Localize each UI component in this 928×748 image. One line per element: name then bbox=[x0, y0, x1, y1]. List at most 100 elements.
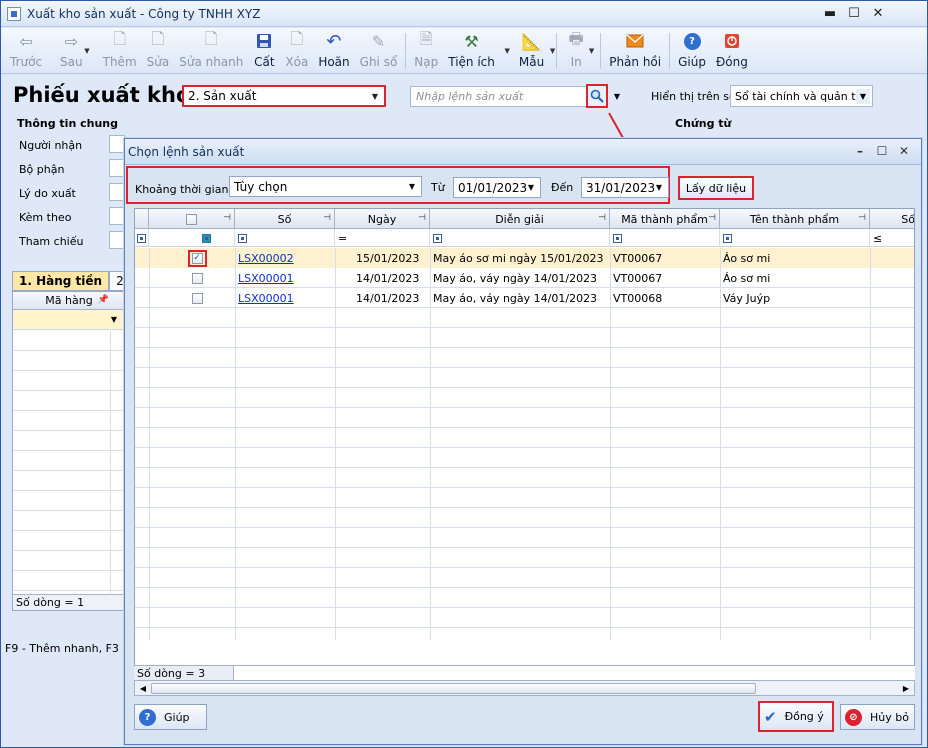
toolbar-close-button[interactable]: Đóng bbox=[711, 28, 753, 72]
pin-icon[interactable]: ⊣ bbox=[598, 213, 606, 223]
horizontal-scrollbar[interactable]: ◀ ▶ bbox=[134, 680, 915, 696]
to-label: Đến bbox=[551, 181, 574, 194]
reference-input[interactable] bbox=[109, 231, 125, 249]
order-number-link[interactable]: LSX00001 bbox=[238, 292, 294, 305]
toolbar-post-button[interactable]: ✎ Ghi sổ bbox=[355, 28, 403, 72]
toolbar-reload-button[interactable]: 🗎 Nạp bbox=[409, 28, 443, 72]
select-all-column-header[interactable]: ⊣ bbox=[149, 209, 235, 229]
maximize-icon[interactable]: ☐ bbox=[875, 143, 889, 159]
product-code-column-header[interactable]: Mã thành phẩm ⊣ bbox=[610, 209, 720, 229]
pin-icon[interactable]: ⊣ bbox=[858, 213, 866, 223]
row-checkbox-highlight[interactable]: ✓ bbox=[187, 249, 207, 267]
period-label: Khoảng thời gian bbox=[135, 183, 229, 196]
quantity-filter-operator[interactable]: ≤ bbox=[870, 229, 914, 247]
row-checkbox[interactable]: ✓ bbox=[191, 252, 203, 264]
toolbar-help-button[interactable]: ? Giúp bbox=[673, 28, 711, 72]
ok-button[interactable]: ✔ Đồng ý bbox=[758, 701, 834, 732]
reason-input[interactable] bbox=[109, 183, 125, 201]
attachment-input[interactable] bbox=[109, 207, 125, 225]
receiver-input[interactable] bbox=[109, 135, 125, 153]
toolbar-quick-edit-button[interactable]: 🗋 Sửa nhanh bbox=[174, 28, 248, 72]
period-select[interactable]: Tùy chọn ▼ bbox=[229, 176, 422, 197]
get-data-button[interactable]: Lấy dữ liệu bbox=[678, 176, 754, 200]
toolbar-save-button[interactable]: Cất bbox=[248, 28, 280, 72]
item-code-input[interactable]: ▼ bbox=[13, 310, 125, 330]
filter-icon bbox=[613, 233, 622, 243]
date-column-header[interactable]: Ngày ⊣ bbox=[335, 209, 430, 229]
chevron-down-icon[interactable]: ▼ bbox=[84, 47, 89, 55]
filter-icon bbox=[433, 233, 442, 243]
row-checkbox[interactable] bbox=[191, 272, 203, 284]
chevron-down-icon[interactable]: ▼ bbox=[610, 86, 624, 107]
voucher-type-select[interactable]: 2. Sản xuất ▼ bbox=[182, 85, 386, 107]
order-number-link[interactable]: LSX00002 bbox=[238, 252, 294, 265]
number-column-header[interactable]: Số ⊣ bbox=[235, 209, 335, 229]
production-order-input[interactable]: Nhập lệnh sản xuất bbox=[410, 86, 588, 107]
table-row[interactable]: LSX00001 14/01/2023 May áo, váy ngày 14/… bbox=[135, 288, 914, 308]
department-label: Bộ phận bbox=[19, 163, 65, 176]
select-all-checkbox[interactable] bbox=[186, 213, 197, 225]
department-input[interactable] bbox=[109, 159, 125, 177]
toolbar-undo-button[interactable]: ↶ Hoãn bbox=[313, 28, 354, 72]
grid-body: ✓ LSX00002 15/01/2023 May áo sơ mi ngày … bbox=[135, 248, 914, 640]
mail-icon bbox=[624, 31, 646, 51]
chevron-down-icon[interactable]: ▼ bbox=[505, 47, 510, 55]
toolbar-next-button[interactable]: ⇨ Sau ▼ bbox=[55, 28, 90, 72]
close-window-icon[interactable]: ✕ bbox=[897, 143, 911, 159]
cancel-button[interactable]: ⊘ Hủy bỏ bbox=[840, 704, 915, 730]
toolbar-template-button[interactable]: 📐 Mẫu ▼ bbox=[514, 28, 555, 72]
order-number-link[interactable]: LSX00001 bbox=[238, 272, 294, 285]
pin-icon[interactable]: ⊣ bbox=[418, 213, 426, 223]
toolbar-utilities-button[interactable]: ⚒ Tiện ích ▼ bbox=[443, 28, 510, 72]
scroll-thumb[interactable] bbox=[151, 683, 756, 694]
toolbar-print-button[interactable]: 🖶 In ▼ bbox=[560, 28, 595, 72]
minimize-icon[interactable]: ▬ bbox=[821, 4, 839, 22]
chevron-down-icon[interactable]: ▼ bbox=[550, 47, 555, 55]
quantity-column-header[interactable]: Số bbox=[870, 209, 914, 229]
search-order-button[interactable] bbox=[586, 84, 608, 108]
chevron-down-icon[interactable]: ▼ bbox=[856, 89, 870, 104]
help-icon: ? bbox=[681, 31, 703, 51]
row-checkbox[interactable] bbox=[191, 292, 203, 304]
pin-icon[interactable]: ⊣ bbox=[223, 213, 231, 223]
help-icon: ? bbox=[139, 708, 156, 726]
chevron-down-icon[interactable]: ▼ bbox=[589, 47, 594, 55]
minimize-icon[interactable]: – bbox=[853, 143, 867, 159]
filter-icon bbox=[238, 233, 247, 243]
display-on-book-select[interactable]: Sổ tài chính và quản trị ▼ bbox=[730, 85, 873, 107]
item-code-column-header[interactable]: Mã hàng 📌 bbox=[13, 292, 125, 310]
pin-icon[interactable]: ⊣ bbox=[323, 213, 331, 223]
chevron-down-icon[interactable]: ▼ bbox=[368, 89, 382, 104]
search-icon bbox=[590, 89, 604, 103]
to-date-input[interactable]: 31/01/2023 ▼ bbox=[581, 177, 669, 198]
tab-goods-money[interactable]: 1. Hàng tiền bbox=[12, 271, 110, 291]
detail-tabs: 1. Hàng tiền 2 bbox=[12, 271, 131, 291]
toolbar-delete-button[interactable]: 🗋 Xóa bbox=[280, 28, 313, 72]
pin-icon[interactable]: 📌 bbox=[98, 295, 109, 305]
from-date-input[interactable]: 01/01/2023 ▼ bbox=[453, 177, 541, 198]
table-row[interactable]: ✓ LSX00002 15/01/2023 May áo sơ mi ngày … bbox=[135, 248, 914, 268]
edit-doc-icon: 🗋 bbox=[151, 28, 165, 48]
chevron-down-icon[interactable]: ▼ bbox=[107, 313, 121, 326]
table-row[interactable]: LSX00001 14/01/2023 May áo, váy ngày 14/… bbox=[135, 268, 914, 288]
date-filter-operator[interactable]: = bbox=[335, 229, 430, 247]
template-icon: 📐 bbox=[521, 31, 542, 51]
toolbar-edit-button[interactable]: 🗋 Sửa bbox=[142, 28, 175, 72]
from-label: Từ bbox=[431, 181, 445, 194]
chevron-down-icon[interactable]: ▼ bbox=[524, 180, 538, 195]
help-button[interactable]: ? Giúp bbox=[134, 704, 207, 730]
close-window-icon[interactable]: ✕ bbox=[869, 4, 887, 22]
product-name-column-header[interactable]: Tên thành phẩm ⊣ bbox=[720, 209, 870, 229]
toolbar-add-button[interactable]: 🗋 Thêm bbox=[98, 28, 142, 72]
description-column-header[interactable]: Diễn giải ⊣ bbox=[430, 209, 610, 229]
toolbar-separator bbox=[405, 33, 407, 69]
chevron-down-icon[interactable]: ▼ bbox=[405, 179, 419, 194]
scroll-left-icon[interactable]: ◀ bbox=[136, 682, 150, 695]
maximize-icon[interactable]: ☐ bbox=[845, 4, 863, 22]
scroll-right-icon[interactable]: ▶ bbox=[899, 682, 913, 695]
chevron-down-icon[interactable]: ▼ bbox=[652, 180, 666, 195]
toolbar-feedback-button[interactable]: Phản hồi bbox=[604, 28, 666, 72]
pin-icon[interactable]: ⊣ bbox=[708, 213, 716, 223]
toolbar-prev-button[interactable]: ⇦ Trước bbox=[5, 28, 47, 72]
page-title: Phiếu xuất kho bbox=[13, 83, 191, 107]
